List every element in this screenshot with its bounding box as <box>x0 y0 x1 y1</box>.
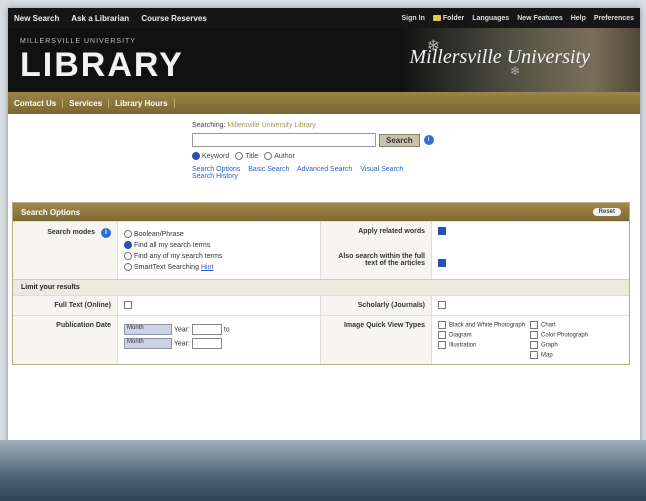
checkbox-icon <box>530 321 538 329</box>
contact-us-link[interactable]: Contact Us <box>8 98 64 108</box>
checkbox-icon <box>530 341 538 349</box>
preferences-link[interactable]: Preferences <box>594 15 634 22</box>
type-color-photo[interactable]: Color Photograph <box>530 331 610 339</box>
university-script-logo: Millersville University <box>409 46 590 68</box>
limit-row-1: Full Text (Online) Scholarly (Journals) <box>13 295 629 315</box>
radio-keyword[interactable]: Keyword <box>192 152 229 160</box>
radio-author[interactable]: Author <box>264 152 295 160</box>
checkbox-icon <box>530 331 538 339</box>
search-box: Searching: Millersville University Libra… <box>192 122 452 180</box>
folder-link[interactable]: Folder <box>432 14 464 22</box>
library-hours-link[interactable]: Library Hours <box>109 98 175 108</box>
type-chart[interactable]: Chart <box>530 321 610 329</box>
checkbox-icon <box>438 341 446 349</box>
radio-icon <box>124 230 132 238</box>
image-types-list: Black and White Photograph Chart Diagram… <box>431 316 629 364</box>
search-options-header: Search Options Reset <box>13 203 629 221</box>
library-logo[interactable]: LIBRARY <box>20 46 184 85</box>
radio-title[interactable]: Title <box>235 152 258 160</box>
type-illustration[interactable]: Illustration <box>438 341 530 349</box>
limit-results-header: Limit your results <box>13 279 629 295</box>
new-search-link[interactable]: New Search <box>14 14 59 23</box>
mode-boolean[interactable]: Boolean/Phrase <box>124 230 314 238</box>
library-banner: MILLERSVILLE UNIVERSITY LIBRARY ❄ ❄ Mill… <box>8 28 640 92</box>
type-graph[interactable]: Graph <box>530 341 610 349</box>
start-year-input[interactable] <box>191 324 222 335</box>
type-bw-photo[interactable]: Black and White Photograph <box>438 321 530 329</box>
search-button[interactable]: Search <box>379 133 420 147</box>
university-name: MILLERSVILLE UNIVERSITY <box>20 38 136 45</box>
visual-search-link[interactable]: Visual Search <box>360 166 403 173</box>
radio-icon <box>235 152 244 160</box>
library-navigation: Contact Us Services Library Hours <box>8 92 640 114</box>
mode-all-terms[interactable]: Find all my search terms <box>124 241 314 249</box>
radio-icon <box>124 263 132 271</box>
reset-button[interactable]: Reset <box>592 208 621 216</box>
search-modes-label: Search modes i <box>13 222 117 279</box>
start-month-select[interactable]: Month <box>124 324 172 335</box>
hint-link[interactable]: Hint <box>201 264 213 271</box>
search-modes-row: Search modes i Boolean/Phrase Find all m… <box>13 221 629 279</box>
new-features-link[interactable]: New Features <box>517 15 563 22</box>
radio-selected-icon <box>192 152 200 160</box>
apply-related-checkbox[interactable] <box>438 227 446 235</box>
mode-smarttext[interactable]: SmartText Searching Hint <box>124 263 314 271</box>
search-modes-list: Boolean/Phrase Find all my search terms … <box>117 222 320 279</box>
radio-icon <box>264 152 273 160</box>
screen-reflection <box>0 440 646 501</box>
expanders-labels: Apply related words Also search within t… <box>320 222 431 279</box>
fulltext-search-checkbox[interactable] <box>438 259 446 267</box>
full-text-label: Full Text (Online) <box>54 302 111 309</box>
search-history-link[interactable]: Search History <box>192 173 452 180</box>
expanders-checkboxes <box>431 222 629 279</box>
scholarly-checkbox[interactable] <box>438 301 446 309</box>
basic-search-link[interactable]: Basic Search <box>248 166 289 173</box>
checkbox-icon <box>438 331 446 339</box>
languages-menu[interactable]: Languages <box>472 15 509 22</box>
full-text-checkbox[interactable] <box>124 301 132 309</box>
sign-in-link[interactable]: Sign In <box>402 15 425 22</box>
scholarly-label: Scholarly (Journals) <box>320 296 431 315</box>
folder-icon <box>432 14 441 21</box>
search-options-link[interactable]: Search Options <box>192 166 240 173</box>
info-icon[interactable]: i <box>101 228 111 238</box>
advanced-search-link[interactable]: Advanced Search <box>297 166 352 173</box>
services-link[interactable]: Services <box>63 98 110 108</box>
mode-any-terms[interactable]: Find any of my search terms <box>124 252 314 260</box>
radio-icon <box>124 252 132 260</box>
end-month-select[interactable]: Month <box>124 338 172 349</box>
search-options-panel: Search Options Reset Search modes i Bool… <box>12 202 630 365</box>
limit-row-2: Publication Date Month Year: to Month Ye… <box>13 315 629 364</box>
checkbox-icon <box>438 321 446 329</box>
searching-label: Searching: Millersville University Libra… <box>192 122 316 129</box>
help-link[interactable]: Help <box>571 15 586 22</box>
ask-librarian-link[interactable]: Ask a Librarian <box>71 14 129 23</box>
type-diagram[interactable]: Diagram <box>438 331 530 339</box>
top-navigation: New Search Ask a Librarian Course Reserv… <box>8 8 640 28</box>
info-icon[interactable]: i <box>423 135 434 145</box>
publication-date-fields: Month Year: to Month Year: <box>117 316 320 364</box>
radio-selected-icon <box>124 241 132 249</box>
publication-date-label: Publication Date <box>56 322 111 329</box>
course-reserves-link[interactable]: Course Reserves <box>141 14 206 23</box>
end-year-input[interactable] <box>191 338 222 349</box>
type-map[interactable]: Map <box>530 351 610 359</box>
checkbox-icon <box>530 351 538 359</box>
image-types-label: Image Quick View Types <box>320 316 431 364</box>
search-input[interactable] <box>192 133 376 147</box>
